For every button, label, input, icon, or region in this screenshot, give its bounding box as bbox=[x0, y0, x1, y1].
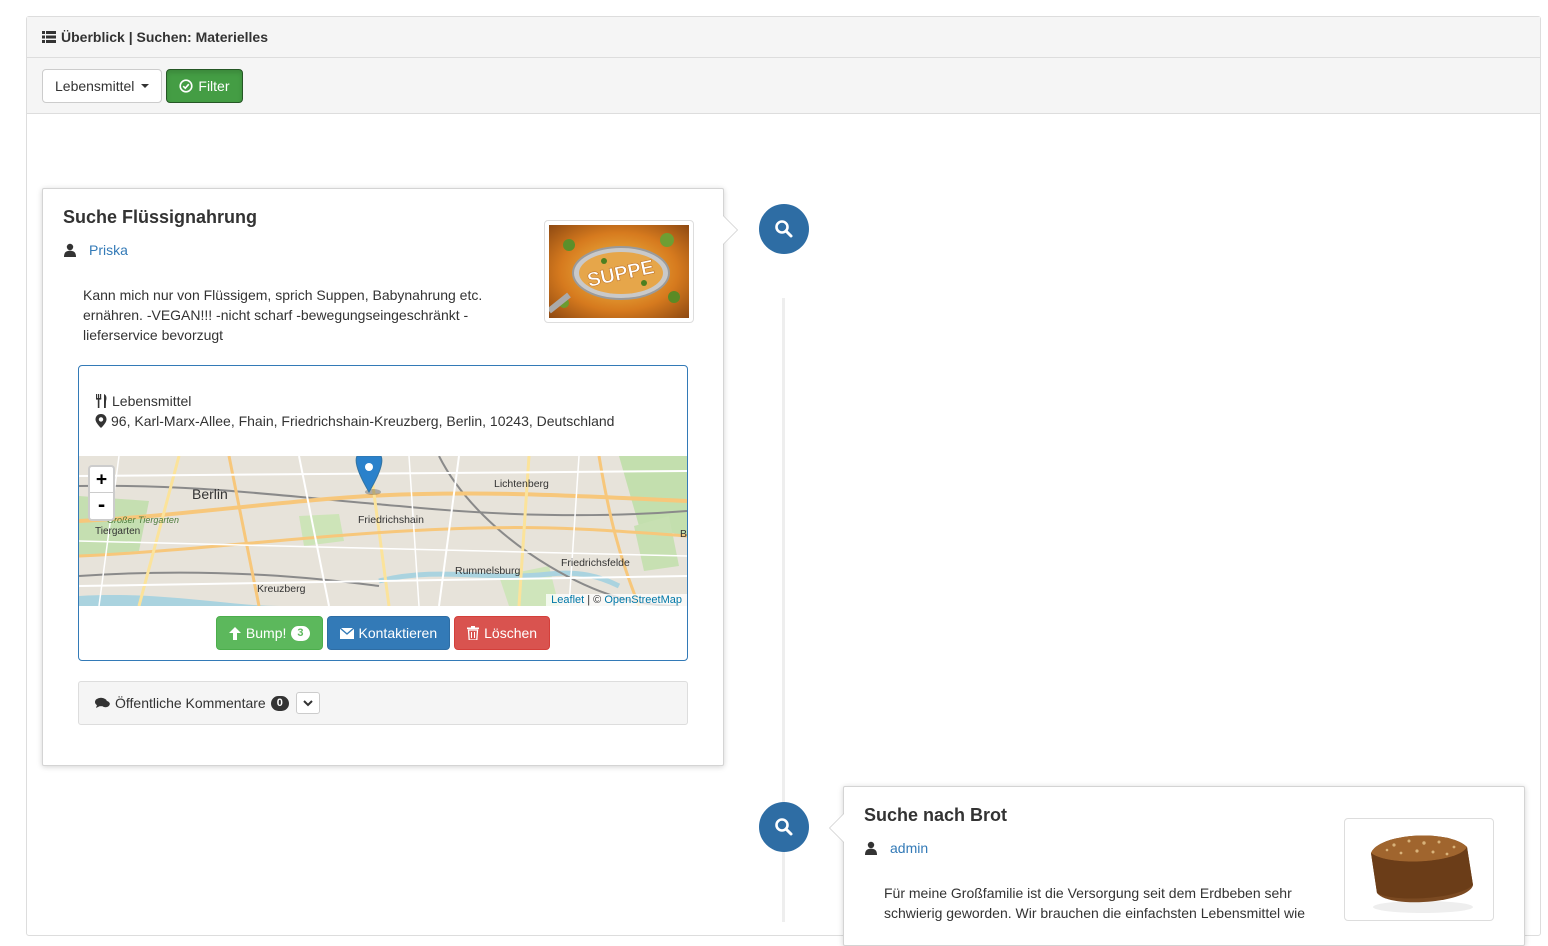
panel-heading: Überblick | Suchen: Materielles bbox=[27, 17, 1540, 58]
post-title: Suche Flüssignahrung bbox=[63, 207, 258, 227]
cutlery-icon bbox=[96, 394, 107, 408]
map-attribution: Leaflet | © OpenStreetMap bbox=[546, 594, 687, 606]
zoom-out-button[interactable]: - bbox=[90, 493, 113, 519]
page-title: Überblick | Suchen: Materielles bbox=[61, 29, 268, 45]
card-arrow bbox=[829, 813, 844, 843]
location-map[interactable]: Berlin Großer Tiergarten Tiergarten Frie… bbox=[79, 456, 687, 606]
post-text: Kann mich nur von Flüssigem, sprich Supp… bbox=[83, 287, 483, 343]
trash-icon bbox=[467, 626, 480, 640]
author-link[interactable]: Priska bbox=[89, 242, 128, 258]
delete-button[interactable]: Löschen bbox=[454, 616, 551, 650]
author-link[interactable]: admin bbox=[890, 840, 928, 856]
attribution-separator: | © bbox=[587, 594, 602, 606]
comments-label: Öffentliche Kommentare bbox=[115, 695, 266, 711]
user-icon bbox=[64, 243, 76, 257]
contact-label: Kontaktieren bbox=[358, 625, 438, 641]
address-line: 96, Karl-Marx-Allee, Fhain, Friedrichsha… bbox=[95, 413, 614, 429]
comments-count-badge: 0 bbox=[270, 695, 289, 711]
leaflet-link[interactable]: Leaflet bbox=[551, 594, 584, 606]
map-label-friedrichsfelde: Friedrichsfelde bbox=[561, 557, 630, 569]
zoom-in-button[interactable]: + bbox=[90, 467, 113, 493]
map-label-lichtenberg: Lichtenberg bbox=[494, 478, 549, 490]
filter-button[interactable]: Filter bbox=[166, 68, 243, 103]
post-image bbox=[1344, 818, 1494, 921]
map-marker-icon bbox=[95, 414, 107, 428]
post-title: Suche nach Brot bbox=[864, 805, 1008, 825]
map-label-grosser-tiergarten: Großer Tiergarten bbox=[107, 515, 179, 525]
map-label-friedrichshain: Friedrichshain bbox=[358, 514, 424, 526]
category-dropdown-button[interactable]: Lebensmittel bbox=[42, 68, 163, 103]
map-label-tiergarten: Tiergarten bbox=[95, 526, 140, 537]
bump-label: Bump! bbox=[245, 625, 287, 641]
soup-image: SUPPE bbox=[547, 225, 689, 318]
post-actions: Bump! 3 Kontaktieren Löschen bbox=[79, 616, 687, 650]
search-badge-icon bbox=[759, 204, 809, 254]
arrow-up-icon bbox=[228, 626, 241, 640]
map-zoom-control: + - bbox=[88, 465, 115, 521]
post-image: SUPPE bbox=[544, 220, 694, 323]
map-label-berlin: Berlin bbox=[192, 486, 228, 502]
list-icon bbox=[42, 31, 56, 43]
toolbar: Lebensmittel Filter bbox=[27, 58, 1540, 114]
contact-button[interactable]: Kontaktieren bbox=[326, 616, 451, 650]
comments-icon bbox=[95, 697, 110, 708]
user-icon bbox=[865, 841, 877, 855]
public-comments-bar: Öffentliche Kommentare 0 bbox=[78, 681, 688, 725]
osm-link[interactable]: OpenStreetMap bbox=[604, 594, 682, 606]
envelope-icon bbox=[339, 627, 354, 639]
map-label-kreuzberg: Kreuzberg bbox=[257, 583, 306, 595]
caret-down-icon bbox=[141, 83, 150, 88]
post-author: admin bbox=[864, 840, 928, 856]
post-details: Lebensmittel 96, Karl-Marx-Allee, Fhain,… bbox=[78, 365, 688, 661]
map-tiles: Berlin Großer Tiergarten Tiergarten Frie… bbox=[79, 456, 687, 606]
chevron-down-icon bbox=[303, 699, 313, 706]
card-arrow bbox=[723, 215, 738, 245]
map-label-edge: B bbox=[680, 528, 687, 540]
comments-toggle-button[interactable] bbox=[295, 692, 320, 714]
address-text: 96, Karl-Marx-Allee, Fhain, Friedrichsha… bbox=[111, 413, 615, 429]
post-text: Für meine Großfamilie ist die Versorgung… bbox=[884, 885, 1305, 921]
category-text: Lebensmittel bbox=[112, 393, 192, 409]
bump-button[interactable]: Bump! 3 bbox=[215, 616, 323, 650]
delete-label: Löschen bbox=[484, 625, 538, 641]
category-line: Lebensmittel bbox=[95, 393, 191, 409]
bump-count-badge: 3 bbox=[291, 625, 310, 641]
post-card: Suche Flüssignahrung Priska Kann mich nu… bbox=[42, 188, 738, 766]
search-icon bbox=[775, 220, 793, 238]
category-dropdown-label: Lebensmittel bbox=[55, 77, 135, 94]
check-circle-icon bbox=[179, 78, 193, 93]
map-label-rummelsburg: Rummelsburg bbox=[455, 565, 521, 577]
post-card-2: Suche nach Brot admin Für meine Großfami… bbox=[829, 786, 1525, 946]
post-author: Priska bbox=[63, 242, 128, 258]
search-icon bbox=[775, 818, 793, 836]
filter-label: Filter bbox=[198, 77, 230, 94]
bread-image bbox=[1349, 823, 1489, 916]
search-badge-icon-2 bbox=[759, 802, 809, 852]
